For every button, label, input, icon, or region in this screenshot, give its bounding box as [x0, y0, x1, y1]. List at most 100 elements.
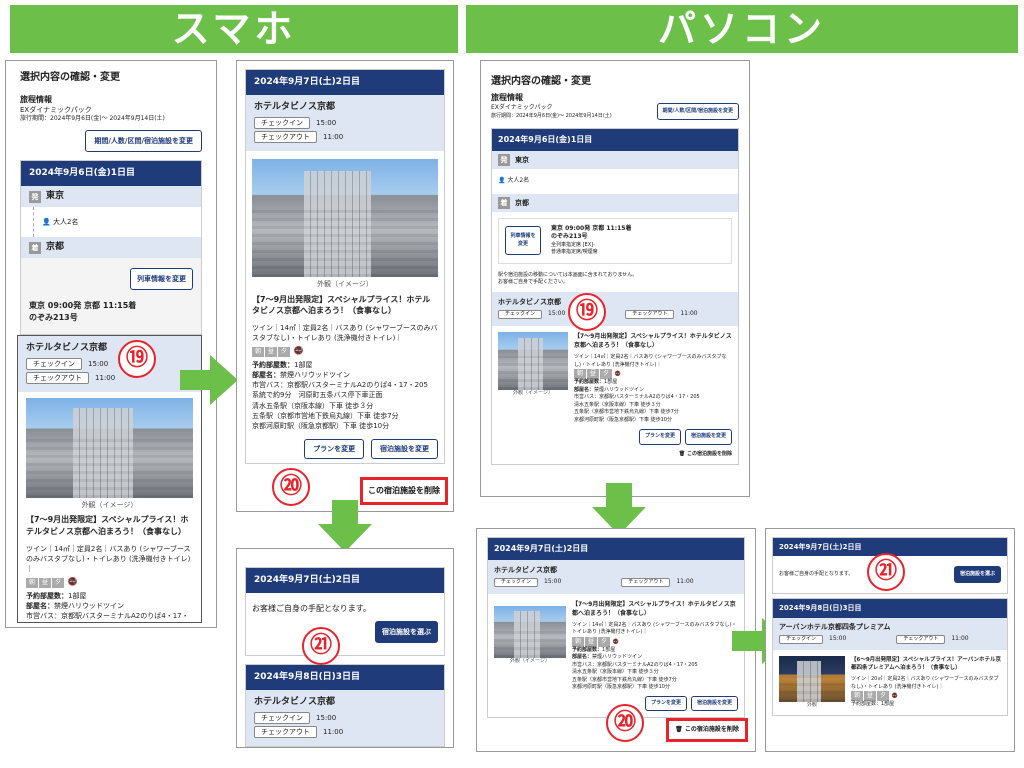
room-desc: ツイン｜14㎡｜定員2名｜バスあり (シャワーブースのみバスタブなし)・トイレあ…	[26, 544, 191, 573]
product-name: EXダイナミックパック	[491, 104, 553, 112]
checkin-label: チェックイン	[779, 634, 824, 644]
checkin-time: 15:00	[316, 713, 337, 722]
day1-header: 2024年9月6日(金)1日目	[21, 161, 201, 187]
lunch-icon: 昼	[864, 691, 876, 702]
train-car: 普通車指定席/喫煙席	[551, 249, 598, 256]
hotel-photo	[26, 398, 193, 499]
phone-shot-day2-removed: 2024年9月7日(土)2日目 お客様ご自身の手配となります。 宿泊施設を選ぶ …	[236, 548, 454, 748]
checkin-label: チェックイン	[254, 117, 310, 130]
breakfast-icon: 朝	[574, 369, 586, 380]
change-plan-button[interactable]: プランを変更	[638, 429, 681, 445]
pc-shot-confirm: 選択内容の確認・変更 旅程情報 EXダイナミックパック 旅行期間：2024年9月6…	[480, 60, 750, 497]
delete-hotel-link[interactable]: この宿泊施設を削除	[687, 451, 732, 457]
trash-icon[interactable]: 🗑	[679, 451, 685, 457]
depart-station: 東京	[46, 191, 65, 202]
arrive-icon: 着	[498, 196, 510, 209]
access-line: 京都河原町駅（阪急京都駅）下車 徒歩10分	[572, 684, 670, 691]
dinner-icon: 夕	[877, 691, 889, 702]
change-plan-button[interactable]: プランを変更	[304, 439, 365, 460]
day3-hotel-name: ホテルタビノス京都	[254, 696, 336, 707]
trash-icon: 🗑	[675, 726, 683, 733]
breakfast-icon: 朝	[572, 636, 584, 647]
checkout-label: チェックアウト	[254, 131, 317, 144]
train-time: 東京 09:00発 京都 11:15着	[551, 224, 632, 232]
page-title: 選択内容の確認・変更	[491, 76, 591, 87]
notice-line: お客様ご自身で手配ください。	[498, 278, 569, 285]
rooms-label: 予約部屋数：	[26, 592, 68, 601]
roomtype-label: 部屋名：	[252, 371, 280, 380]
checkin-label: チェックイン	[254, 711, 310, 725]
rooms-label: 予約部屋数：	[574, 379, 605, 386]
change-plan-button[interactable]: プランを変更	[644, 695, 687, 712]
delete-hotel-label: この宿泊施設を削除	[368, 486, 440, 495]
lunch-icon: 昼	[39, 578, 51, 589]
change-hotel-button[interactable]: 宿泊施設を変更	[371, 439, 438, 460]
dinner-icon: 夕	[52, 578, 64, 589]
day1-header: 2024年9月6日(金)1日目	[492, 129, 738, 151]
person-icon: 👤	[498, 176, 506, 184]
rooms-value: 1部屋	[294, 361, 313, 370]
access-line: 清水五条駅（京阪本線）下車 徒歩３分	[252, 401, 374, 410]
product-name: EXダイナミックパック	[20, 106, 92, 115]
roomtype-value: 禁煙ハリウッドツイン	[592, 654, 643, 661]
no-smoking-icon: 🚭	[614, 371, 621, 378]
train-time: 東京 09:00発 京都 11:15着	[29, 301, 137, 311]
marker-21: ㉑	[867, 553, 905, 591]
checkout-time: 11:00	[323, 133, 344, 142]
marker-19: ⑲	[568, 293, 606, 331]
checkout-label: チェックアウト	[625, 310, 675, 320]
breakfast-icon: 朝	[252, 346, 264, 357]
marker-19: ⑲	[118, 340, 156, 378]
train-change-button[interactable]: 列車情報を変更	[505, 226, 541, 255]
delete-hotel-button[interactable]: 🗑 この宿泊施設を削除	[666, 718, 748, 742]
photo-caption: 外観	[806, 701, 817, 708]
trip-info-heading: 旅程情報	[20, 94, 52, 104]
change-conditions-button[interactable]: 期間/人数/区間/宿泊施設を変更	[85, 129, 202, 153]
choose-hotel-button[interactable]: 宿泊施設を選ぶ	[953, 566, 1001, 584]
train-change-button[interactable]: 列車情報を変更	[130, 268, 193, 291]
depart-station: 東京	[515, 155, 529, 164]
room-desc: ツイン｜14㎡｜定員2名｜バスあり (シャワーブースのみバスタブなし)・トイレあ…	[574, 354, 727, 368]
checkout-time: 11:00	[323, 728, 344, 737]
photo-caption: 外観（イメージ）	[510, 657, 550, 664]
lunch-icon: 昼	[585, 636, 597, 647]
phone-shot-day2: 2024年9月7日(土)2日目 ホテルタビノス京都 チェックイン 15:00 チェ…	[236, 60, 454, 512]
plan-title: 【7〜9月出発限定】スペシャルプライス！ホテルタビノス京都へ泊まろう！（食事なし…	[252, 294, 431, 316]
rooms-label: 予約部屋数：	[572, 646, 603, 653]
day2-header: 2024年9月7日(土)2日目	[246, 568, 444, 594]
breakfast-icon: 朝	[26, 578, 38, 589]
checkin-label: チェックイン	[498, 310, 543, 320]
checkin-time: 15:00	[88, 360, 109, 369]
room-desc: ツイン｜14㎡｜定員2名｜バスあり (シャワーブースのみバスタブなし)・トイレあ…	[252, 323, 438, 342]
marker-21: ㉑	[302, 627, 340, 665]
delete-hotel-button[interactable]: この宿泊施設を削除	[360, 477, 448, 505]
rooms-value: 1部屋	[68, 592, 87, 601]
dinner-icon: 夕	[598, 636, 610, 647]
access-line: 五条駅（京都市営地下鉄烏丸線）下車 徒歩7分	[252, 411, 399, 420]
depart-icon: 発	[498, 153, 510, 166]
checkout-time: 11:00	[676, 578, 694, 586]
roomtype-label: 部屋名：	[574, 386, 595, 393]
access-line: 系統で約9分 河原町五条バス停下車正面	[252, 391, 383, 400]
checkin-label: チェックイン	[26, 358, 82, 371]
checkin-label: チェックイン	[494, 577, 539, 587]
checkout-time: 11:00	[95, 374, 116, 383]
change-conditions-button[interactable]: 期間/人数/区間/宿泊施設を変更	[656, 103, 739, 121]
change-hotel-button[interactable]: 宿泊施設を変更	[684, 429, 732, 445]
lunch-icon: 昼	[587, 369, 599, 380]
room-desc: ツイン｜20㎡｜定員2名｜バスあり (シャワーブースのみバスタブなし)・トイレあ…	[851, 676, 999, 690]
roomtype-label: 部屋名：	[26, 602, 54, 611]
hotel-photo	[498, 332, 568, 391]
checkin-time: 15:00	[544, 578, 562, 586]
no-smoking-icon: 🚭	[67, 577, 78, 587]
access-line: 清水五条駅（京阪本線）下車 徒歩３分	[572, 669, 659, 676]
change-hotel-button[interactable]: 宿泊施設を変更	[690, 695, 738, 712]
marker-20: ⑳	[606, 704, 644, 742]
choose-hotel-button[interactable]: 宿泊施設を選ぶ	[375, 620, 438, 643]
hotel-name: ホテルタビノス京都	[494, 565, 557, 574]
day3-header: 2024年9月8日(日)3日目	[773, 599, 1007, 618]
dinner-icon: 夕	[278, 346, 290, 357]
hotel-photo	[494, 605, 566, 658]
roomtype-label: 部屋名：	[572, 654, 593, 661]
checkin-time: 15:00	[548, 310, 566, 318]
